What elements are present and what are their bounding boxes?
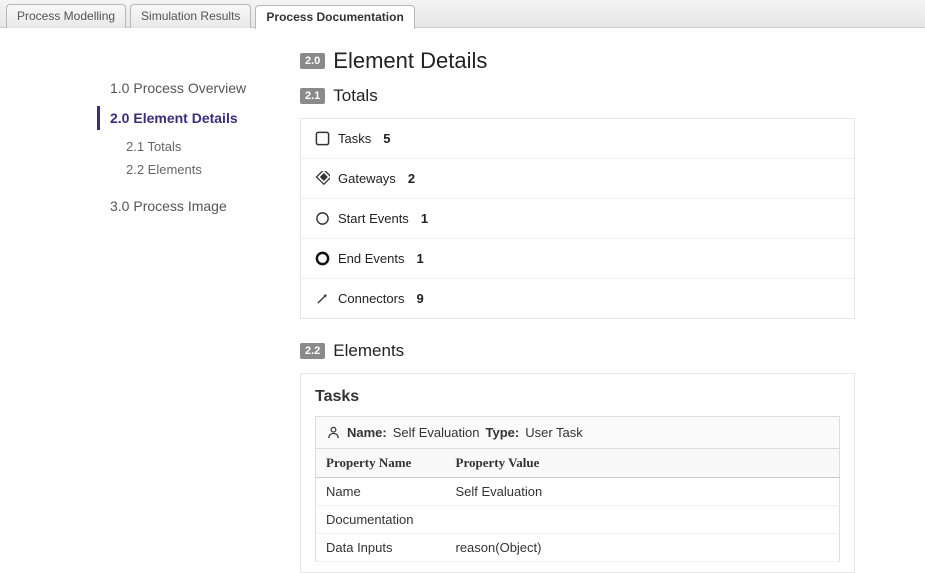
- cell-prop-value: [446, 506, 840, 534]
- totals-title: Totals: [333, 86, 377, 106]
- end-event-icon: [315, 251, 330, 266]
- total-value: 9: [416, 291, 423, 306]
- task-name-value: Self Evaluation: [393, 425, 480, 440]
- task-icon: [315, 131, 330, 146]
- totals-list: Tasks 5 Gateways 2 Start Events 1 End Ev…: [300, 118, 855, 319]
- start-event-icon: [315, 211, 330, 226]
- table-row: Data Inputs reason(Object): [316, 534, 840, 562]
- total-label: Start Events: [338, 211, 409, 226]
- user-task-icon: [326, 425, 341, 440]
- total-value: 1: [421, 211, 428, 226]
- main-panel: 2.0 Element Details 2.1 Totals Tasks 5 G…: [290, 42, 925, 573]
- table-row: Documentation: [316, 506, 840, 534]
- total-label: End Events: [338, 251, 405, 266]
- total-label: Gateways: [338, 171, 396, 186]
- cell-prop-name: Documentation: [316, 506, 446, 534]
- elements-title: Elements: [333, 341, 404, 361]
- task-name-label: Name:: [347, 425, 387, 440]
- total-value: 2: [408, 171, 415, 186]
- page-title: Element Details: [333, 48, 487, 74]
- total-label: Tasks: [338, 131, 371, 146]
- total-value: 1: [417, 251, 424, 266]
- tab-process-documentation[interactable]: Process Documentation: [255, 5, 414, 29]
- cell-prop-value: reason(Object): [446, 534, 840, 562]
- chip-2-1: 2.1: [300, 88, 325, 104]
- chip-2-2: 2.2: [300, 343, 325, 359]
- nav-elements[interactable]: 2.2 Elements: [100, 159, 280, 180]
- nav-process-overview[interactable]: 1.0 Process Overview: [100, 76, 280, 100]
- col-property-name: Property Name: [316, 449, 446, 478]
- section-head-totals: 2.1 Totals: [300, 86, 855, 106]
- property-table: Property Name Property Value Name Self E…: [315, 449, 840, 562]
- table-header-row: Property Name Property Value: [316, 449, 840, 478]
- content: 1.0 Process Overview 2.0 Element Details…: [0, 28, 925, 573]
- nav-element-details[interactable]: 2.0 Element Details: [97, 106, 280, 130]
- total-row-connectors: Connectors 9: [301, 279, 854, 318]
- tab-process-modelling[interactable]: Process Modelling: [6, 4, 126, 28]
- section-head-main: 2.0 Element Details: [300, 48, 855, 74]
- cell-prop-name: Name: [316, 478, 446, 506]
- total-row-start-events: Start Events 1: [301, 199, 854, 239]
- gateway-icon: [315, 171, 330, 186]
- task-header: Name: Self Evaluation Type: User Task: [315, 416, 840, 449]
- total-row-gateways: Gateways 2: [301, 159, 854, 199]
- tab-simulation-results[interactable]: Simulation Results: [130, 4, 251, 28]
- sidebar-nav: 1.0 Process Overview 2.0 Element Details…: [0, 42, 290, 573]
- nav-totals[interactable]: 2.1 Totals: [100, 136, 280, 157]
- tabbar: Process Modelling Simulation Results Pro…: [0, 0, 925, 28]
- section-head-elements: 2.2 Elements: [300, 341, 855, 361]
- nav-process-image[interactable]: 3.0 Process Image: [100, 194, 280, 218]
- task-type-label: Type:: [485, 425, 519, 440]
- cell-prop-name: Data Inputs: [316, 534, 446, 562]
- total-row-end-events: End Events 1: [301, 239, 854, 279]
- total-row-tasks: Tasks 5: [301, 119, 854, 159]
- total-label: Connectors: [338, 291, 404, 306]
- elements-box: Tasks Name: Self Evaluation Type: User T…: [300, 373, 855, 573]
- connector-icon: [315, 291, 330, 306]
- cell-prop-value: Self Evaluation: [446, 478, 840, 506]
- task-type-value: User Task: [525, 425, 583, 440]
- total-value: 5: [383, 131, 390, 146]
- chip-2-0: 2.0: [300, 53, 325, 69]
- col-property-value: Property Value: [446, 449, 840, 478]
- table-row: Name Self Evaluation: [316, 478, 840, 506]
- elements-subheading: Tasks: [315, 388, 840, 406]
